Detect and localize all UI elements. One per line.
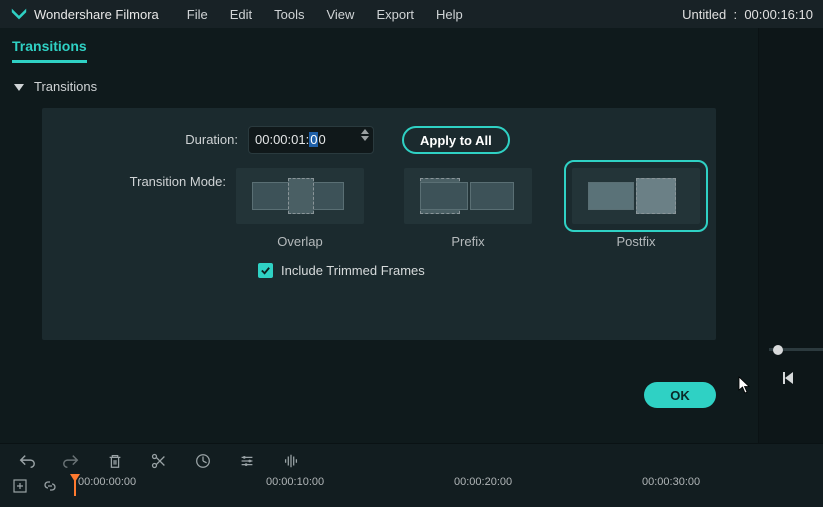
- tick-1: 00:00:10:00: [266, 476, 324, 488]
- apply-to-all-button[interactable]: Apply to All: [402, 126, 510, 154]
- menu-items: File Edit Tools View Export Help: [187, 7, 463, 22]
- collapse-triangle-icon[interactable]: [14, 84, 24, 91]
- menu-tools[interactable]: Tools: [274, 7, 304, 22]
- project-time: 00:00:16:10: [744, 7, 813, 22]
- duration-value[interactable]: 00:00:01:00: [255, 132, 326, 148]
- duration-input[interactable]: 00:00:01:00: [248, 126, 374, 154]
- app-logo-icon: [10, 5, 28, 23]
- prefix-thumb: [404, 168, 532, 224]
- tab-transitions[interactable]: Transitions: [12, 38, 87, 63]
- menu-help[interactable]: Help: [436, 7, 463, 22]
- timeline-ruler[interactable]: 00:00:00:00 00:00:10:00 00:00:20:00 00:0…: [72, 476, 811, 496]
- project-info: Untitled : 00:00:16:10: [682, 7, 813, 22]
- mode-option-overlap[interactable]: Overlap: [236, 168, 364, 249]
- prefix-label: Prefix: [451, 234, 484, 249]
- mode-label: Transition Mode:: [58, 168, 236, 189]
- menu-edit[interactable]: Edit: [230, 7, 252, 22]
- mode-option-postfix[interactable]: Postfix: [572, 168, 700, 249]
- project-name: Untitled: [682, 7, 726, 22]
- tick-3: 00:00:30:00: [642, 476, 700, 488]
- audio-button[interactable]: [282, 452, 300, 470]
- include-trimmed-label: Include Trimmed Frames: [281, 263, 425, 278]
- app-title: Wondershare Filmora: [34, 7, 159, 22]
- mode-option-prefix[interactable]: Prefix: [404, 168, 532, 249]
- bottom-bar: 00:00:00:00 00:00:10:00 00:00:20:00 00:0…: [0, 443, 823, 507]
- section-title: Transitions: [34, 79, 97, 94]
- postfix-thumb: [572, 168, 700, 224]
- duration-label: Duration:: [58, 126, 248, 147]
- overlap-label: Overlap: [277, 234, 323, 249]
- delete-button[interactable]: [106, 452, 124, 470]
- postfix-label: Postfix: [616, 234, 655, 249]
- duration-spinner[interactable]: [361, 129, 369, 141]
- marker-add-icon[interactable]: [12, 478, 28, 494]
- menu-view[interactable]: View: [326, 7, 354, 22]
- tick-2: 00:00:20:00: [454, 476, 512, 488]
- spinner-up-icon[interactable]: [361, 129, 369, 134]
- section-header[interactable]: Transitions: [0, 63, 758, 102]
- menu-export[interactable]: Export: [376, 7, 414, 22]
- undo-button[interactable]: [18, 452, 36, 470]
- redo-button[interactable]: [62, 452, 80, 470]
- transition-panel: Duration: 00:00:01:00 Apply to All Trans…: [42, 108, 716, 340]
- overlap-thumb: [236, 168, 364, 224]
- menu-file[interactable]: File: [187, 7, 208, 22]
- tab-bar: Transitions: [0, 28, 758, 63]
- speed-button[interactable]: [194, 452, 212, 470]
- tick-0: 00:00:00:00: [78, 476, 136, 488]
- link-icon[interactable]: [42, 478, 58, 494]
- menubar: Wondershare Filmora File Edit Tools View…: [0, 0, 823, 28]
- preview-slider-knob[interactable]: [773, 345, 783, 355]
- split-button[interactable]: [150, 452, 168, 470]
- playhead[interactable]: [74, 476, 76, 496]
- include-trimmed-checkbox[interactable]: [258, 263, 273, 278]
- adjust-button[interactable]: [238, 452, 256, 470]
- step-back-button[interactable]: [781, 370, 797, 391]
- spinner-down-icon[interactable]: [361, 136, 369, 141]
- ok-button[interactable]: OK: [644, 382, 716, 408]
- preview-pane: [759, 28, 823, 443]
